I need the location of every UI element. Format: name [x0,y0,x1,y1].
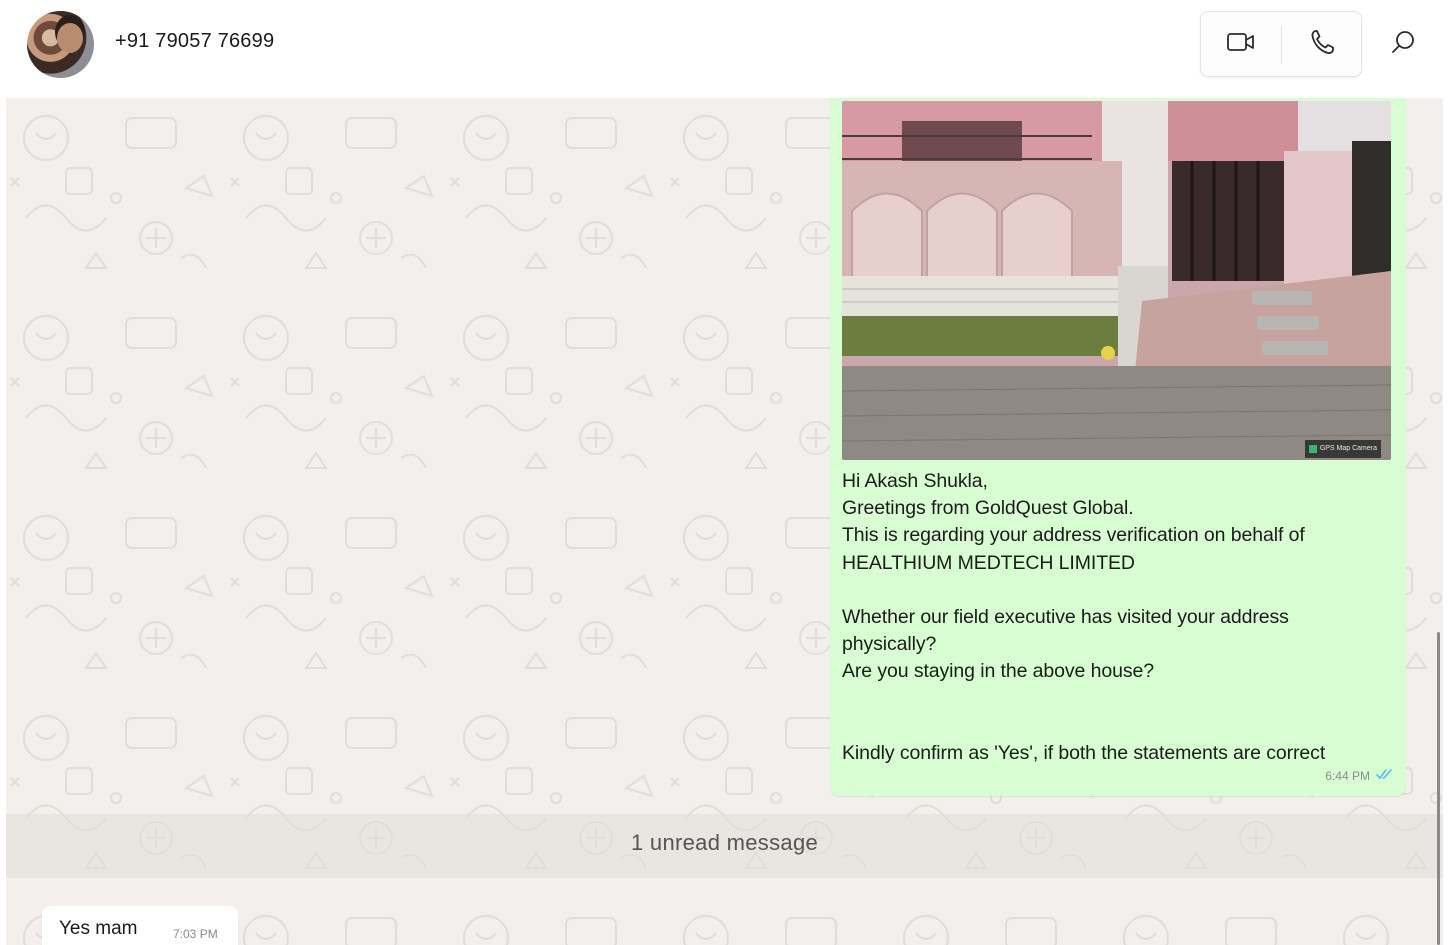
incoming-message-time: 7:03 PM [173,927,218,941]
gps-watermark-text: GPS Map Camera [1319,445,1377,452]
message-line: Greetings from GoldQuest Global. [842,497,1134,520]
chat-header: +91 79057 76699 [0,0,1454,98]
outgoing-message-bubble[interactable]: GPS Map Camera Hi Akash Shukla, Greeting… [830,98,1406,796]
message-line: This is regarding your address verificat… [842,524,1305,547]
voice-call-button[interactable] [1282,12,1362,76]
outgoing-message-text: Hi Akash Shukla, Greetings from GoldQues… [842,468,1382,767]
window-edge [1443,98,1454,945]
contact-name[interactable]: +91 79057 76699 [115,30,274,53]
incoming-message-text: Yes mam [59,918,138,939]
video-camera-icon [1226,30,1256,59]
double-check-read-icon [1376,768,1394,783]
outgoing-message-meta: 6:44 PM [1325,768,1394,783]
call-button-group [1200,11,1362,77]
search-icon [1390,28,1418,61]
gps-map-icon [1308,445,1317,453]
message-line: Hi Akash Shukla, [842,470,988,492]
search-button[interactable] [1380,22,1428,66]
message-line: Whether our field executive has visited … [842,606,1289,628]
phone-icon [1309,28,1335,61]
house-photo-image [842,101,1391,460]
gps-watermark: GPS Map Camera [1304,440,1381,458]
house-photo[interactable]: GPS Map Camera [842,101,1391,460]
video-call-button[interactable] [1201,12,1281,76]
message-line: Kindly confirm as 'Yes', if both the sta… [842,742,1326,764]
unread-divider-label: 1 unread message [630,830,819,855]
outgoing-message-time: 6:44 PM [1325,768,1370,783]
message-line: Are you staying in the above house? [842,660,1154,683]
incoming-message-bubble[interactable]: Yes mam 7:03 PM [42,906,238,945]
message-line: physically? [842,633,937,656]
contact-avatar[interactable] [27,11,94,78]
message-line: HEALTHIUM MEDTECH LIMITED [842,551,1135,574]
chat-scrollbar[interactable] [1437,632,1440,945]
